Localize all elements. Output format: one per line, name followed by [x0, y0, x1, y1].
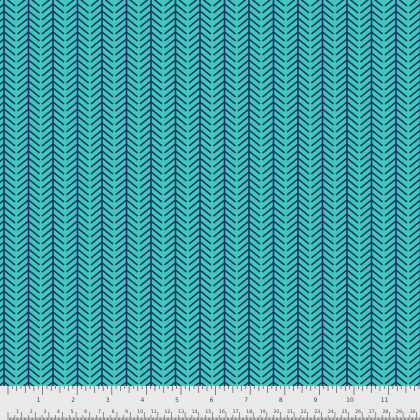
- ruler-cm-label: 16: [219, 409, 225, 415]
- ruler-inch-label: 10: [346, 397, 354, 404]
- ruler-inch-label: 4: [140, 397, 144, 404]
- ruler-cm-label: 20: [274, 409, 280, 415]
- ruler-inch-label: 8: [279, 397, 283, 404]
- ruler-cm-label: 5: [71, 409, 74, 415]
- ruler-cm-label: 29: [396, 409, 402, 415]
- ruler-cm-label: 24: [328, 409, 334, 415]
- ruler-inch-label: 1: [37, 397, 41, 404]
- ruler-inch-label: 6: [210, 397, 214, 404]
- ruler-cm-label: 30: [410, 409, 416, 415]
- ruler-cm-label: 12: [165, 409, 171, 415]
- ruler-inch-label: 9: [313, 397, 317, 404]
- ruler-cm-label: 21: [287, 409, 293, 415]
- ruler-inch-label: 11: [381, 397, 389, 404]
- ruler-cm-label: 27: [369, 409, 375, 415]
- ruler-cm-label: 25: [342, 409, 348, 415]
- herringbone-fabric-swatch: [0, 0, 420, 386]
- ruler-cm-label: 6: [84, 409, 87, 415]
- ruler-cm-label: 9: [125, 409, 128, 415]
- ruler-inch-label: 3: [106, 397, 110, 404]
- ruler-cm-label: 14: [192, 409, 198, 415]
- ruler-cm-label: 23: [314, 409, 320, 415]
- ruler-cm-label: 22: [301, 409, 307, 415]
- ruler-cm-label: 19: [260, 409, 266, 415]
- ruler-cm-label: 15: [205, 409, 211, 415]
- ruler-cm-label: 17: [233, 409, 239, 415]
- ruler-cm-label: 8: [112, 409, 115, 415]
- ruler-cm-label: 1: [16, 409, 19, 415]
- ruler-inch-label: 2: [71, 397, 75, 404]
- ruler-cm-label: 28: [382, 409, 388, 415]
- ruler-cm-label: 26: [355, 409, 361, 415]
- ruler-cm-label: 10: [137, 409, 143, 415]
- ruler-inch-label: 5: [175, 397, 179, 404]
- ruler-cm-label: 13: [178, 409, 184, 415]
- ruler-cm-label: 2: [30, 409, 33, 415]
- ruler-cm-label: 11: [151, 409, 157, 415]
- measuring-ruler: 1 2 3 4 5 6 7 8 9 10 111 2 3 4 5 6 7 8 9 10 11 12 13 14 15 16 17 18…: [0, 386, 420, 420]
- ruler-cm-label: 3: [43, 409, 46, 415]
- ruler-inch-label: 7: [244, 397, 248, 404]
- ruler-cm-label: 18: [246, 409, 252, 415]
- ruler-cm-label: 7: [98, 409, 101, 415]
- ruler-cm-label: 4: [57, 409, 60, 415]
